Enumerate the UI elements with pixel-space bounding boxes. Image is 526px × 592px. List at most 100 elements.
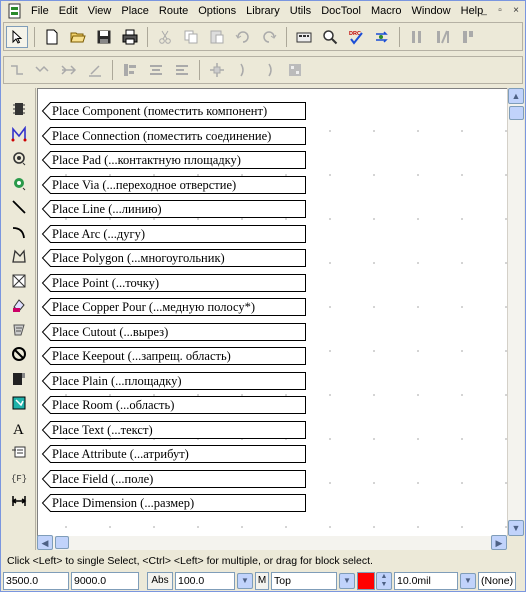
printer-icon <box>122 29 138 44</box>
route-tool-7[interactable] <box>171 59 193 81</box>
menu-edit[interactable]: Edit <box>54 1 83 21</box>
route-tool-10[interactable] <box>258 59 280 81</box>
split-view-button-1[interactable] <box>406 26 428 48</box>
close-button[interactable]: × <box>509 4 523 18</box>
place-polygon-button[interactable] <box>8 245 30 267</box>
route-tool-6[interactable] <box>145 59 167 81</box>
route-tool-8[interactable] <box>206 59 228 81</box>
route-fanout-icon <box>61 65 77 75</box>
place-point-icon <box>12 274 26 287</box>
menu-doctool[interactable]: DocTool <box>316 1 366 21</box>
trace-width-field[interactable]: 10.0mil <box>394 572 458 590</box>
place-cutout-button[interactable] <box>8 319 30 341</box>
vertical-scrollbar[interactable]: ▲ ▼ <box>507 88 524 536</box>
layer-color-spinner[interactable]: ▲ ▼ <box>376 572 392 590</box>
tool-callout: Place Pad (...контактную площадку) <box>41 150 306 170</box>
place-arc-button[interactable] <box>8 221 30 243</box>
route-corner-icon <box>11 65 23 75</box>
menu-route[interactable]: Route <box>154 1 193 21</box>
vertical-scroll-thumb[interactable] <box>509 106 524 120</box>
zoom-dropdown-arrow[interactable]: ▼ <box>237 573 253 589</box>
menu-view[interactable]: View <box>83 1 117 21</box>
tool-callout: Place Keepout (...запрещ. область) <box>41 346 306 366</box>
split-view-button-2[interactable] <box>432 26 454 48</box>
place-point-button[interactable] <box>8 270 30 292</box>
horizontal-scrollbar[interactable]: ◀ ▶ <box>37 535 507 550</box>
route-tool-9[interactable] <box>232 59 254 81</box>
place-field-button[interactable]: {F} <box>8 466 30 488</box>
tool-callout-label: Place Room (...область) <box>52 398 175 412</box>
place-pad-icon <box>13 152 26 166</box>
tool-callout: Place Plain (...площадку) <box>41 371 306 391</box>
scroll-up-button[interactable]: ▲ <box>508 88 524 104</box>
select-tool-button[interactable] <box>6 25 28 48</box>
horizontal-scroll-thumb[interactable] <box>55 536 69 549</box>
abs-toggle-button[interactable]: Abs <box>147 572 173 590</box>
style-field[interactable]: (None) <box>478 572 516 590</box>
place-plain-button[interactable] <box>8 368 30 390</box>
place-cutout-icon <box>13 324 25 335</box>
new-button[interactable] <box>41 26 63 48</box>
scroll-left-button[interactable]: ◀ <box>37 535 53 550</box>
route-tool-11[interactable] <box>284 59 306 81</box>
place-component-button[interactable] <box>8 98 30 120</box>
place-keepout-button[interactable] <box>8 343 30 365</box>
route-tool-3[interactable] <box>58 59 80 81</box>
restore-button[interactable]: ▫ <box>493 4 507 18</box>
menu-library[interactable]: Library <box>241 1 285 21</box>
place-copper-pour-button[interactable] <box>8 294 30 316</box>
tool-callout: Place Arc (...дугу) <box>41 224 306 244</box>
copy-button[interactable] <box>180 26 202 48</box>
split-view-button-3[interactable] <box>458 26 480 48</box>
m-toggle-button[interactable]: M <box>255 572 269 590</box>
route-tool-5[interactable] <box>119 59 141 81</box>
design-canvas[interactable]: Place Component (поместить компонент) Pla… <box>37 88 507 536</box>
place-attribute-button[interactable] <box>8 441 30 463</box>
place-room-button[interactable] <box>8 392 30 414</box>
cut-button[interactable] <box>154 26 176 48</box>
minimize-button[interactable]: _ <box>477 4 491 18</box>
scroll-right-button[interactable]: ▶ <box>491 535 507 550</box>
zoom-button[interactable] <box>319 26 341 48</box>
paste-button[interactable] <box>206 26 228 48</box>
menu-macro[interactable]: Macro <box>366 1 407 21</box>
routing-button[interactable] <box>371 26 393 48</box>
place-line-button[interactable] <box>8 196 30 218</box>
print-button[interactable] <box>119 26 141 48</box>
align-right-icon <box>176 65 188 75</box>
zoom-field[interactable]: 100.0 <box>175 572 235 590</box>
place-field-icon: {F} <box>11 474 27 484</box>
width-dropdown-arrow[interactable]: ▼ <box>460 573 476 589</box>
route-tool-4[interactable] <box>84 59 106 81</box>
curve-left-icon <box>240 63 244 77</box>
scroll-down-button[interactable]: ▼ <box>508 520 524 536</box>
undo-button[interactable] <box>232 26 254 48</box>
y-coordinate-field: 9000.0 <box>71 572 139 590</box>
tool-callout-label: Place Text (...текст) <box>52 422 153 437</box>
redo-button[interactable] <box>258 26 280 48</box>
layer-color-swatch[interactable] <box>357 572 375 590</box>
layer-field[interactable]: Top <box>271 572 337 590</box>
tool-callout-label: Place Line (...линию) <box>52 202 162 216</box>
layer-dropdown-arrow[interactable]: ▼ <box>339 573 355 589</box>
place-keepout-icon <box>12 347 26 361</box>
display-options-button[interactable] <box>293 26 315 48</box>
split-vertical-icon <box>412 30 421 43</box>
route-tool-1[interactable] <box>6 59 28 81</box>
place-pad-button[interactable] <box>8 147 30 169</box>
place-connection-button[interactable] <box>8 123 30 145</box>
menu-file[interactable]: File <box>26 1 54 21</box>
place-text-icon: A <box>13 422 24 436</box>
menu-place[interactable]: Place <box>116 1 154 21</box>
place-via-button[interactable] <box>8 172 30 194</box>
route-tool-2[interactable] <box>32 59 54 81</box>
save-button[interactable] <box>93 26 115 48</box>
menu-options[interactable]: Options <box>193 1 241 21</box>
menu-utils[interactable]: Utils <box>285 1 316 21</box>
place-text-button[interactable]: A <box>8 417 30 439</box>
menu-window[interactable]: Window <box>407 1 456 21</box>
new-document-icon <box>46 29 58 44</box>
place-dimension-button[interactable] <box>8 490 30 512</box>
open-button[interactable] <box>67 26 89 48</box>
drc-button[interactable]: DRC <box>345 26 367 48</box>
